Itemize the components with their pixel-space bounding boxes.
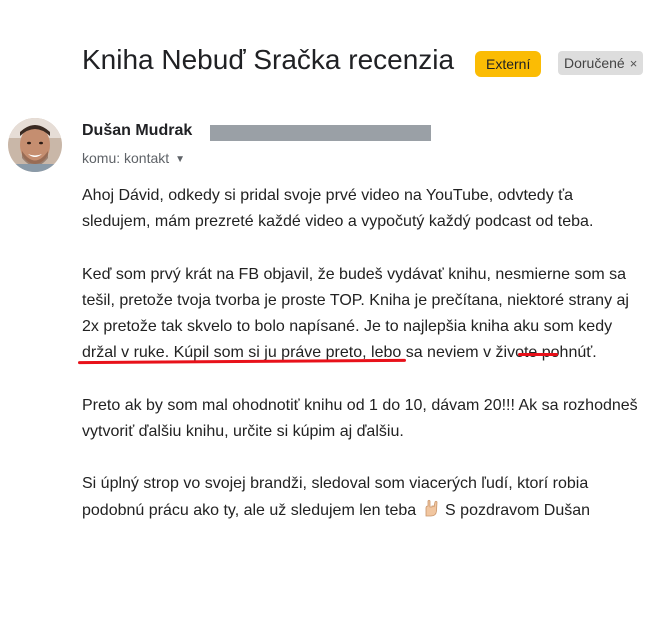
- body-paragraph-1: Ahoj Dávid, odkedy si pridal svoje prvé …: [82, 187, 594, 231]
- sender-name[interactable]: Dušan Mudrak: [82, 122, 192, 140]
- body-paragraph-2: Keď som prvý krát na FB objavil, že bude…: [82, 262, 642, 367]
- red-underline-mark: [518, 353, 558, 356]
- email-subject: Kniha Nebuď Sračka recenzia: [82, 44, 455, 75]
- label-external[interactable]: Externí: [475, 51, 542, 77]
- email-body: Ahoj Dávid, odkedy si pridal svoje prvé …: [82, 183, 642, 553]
- recipient-line[interactable]: komu: kontakt ▼: [82, 150, 185, 166]
- remove-label-icon[interactable]: ×: [630, 56, 638, 71]
- body-paragraph-4-end: S pozdravom Dušan: [440, 501, 591, 519]
- label-external-text: Externí: [486, 56, 531, 72]
- chevron-down-icon[interactable]: ▼: [175, 154, 185, 165]
- sender-avatar[interactable]: [8, 118, 62, 172]
- redacted-email-address: [210, 125, 431, 141]
- body-paragraph-3: Preto ak by som mal ohodnotiť knihu od 1…: [82, 396, 638, 441]
- label-inbox-text: Doručené: [564, 55, 625, 71]
- recipient-text: komu: kontakt: [82, 150, 170, 166]
- label-inbox[interactable]: Doručené ×: [558, 51, 644, 75]
- rock-hand-emoji-icon: [421, 498, 441, 527]
- body-paragraph-4: Si úplný strop vo svojej brandži, sledov…: [82, 471, 642, 527]
